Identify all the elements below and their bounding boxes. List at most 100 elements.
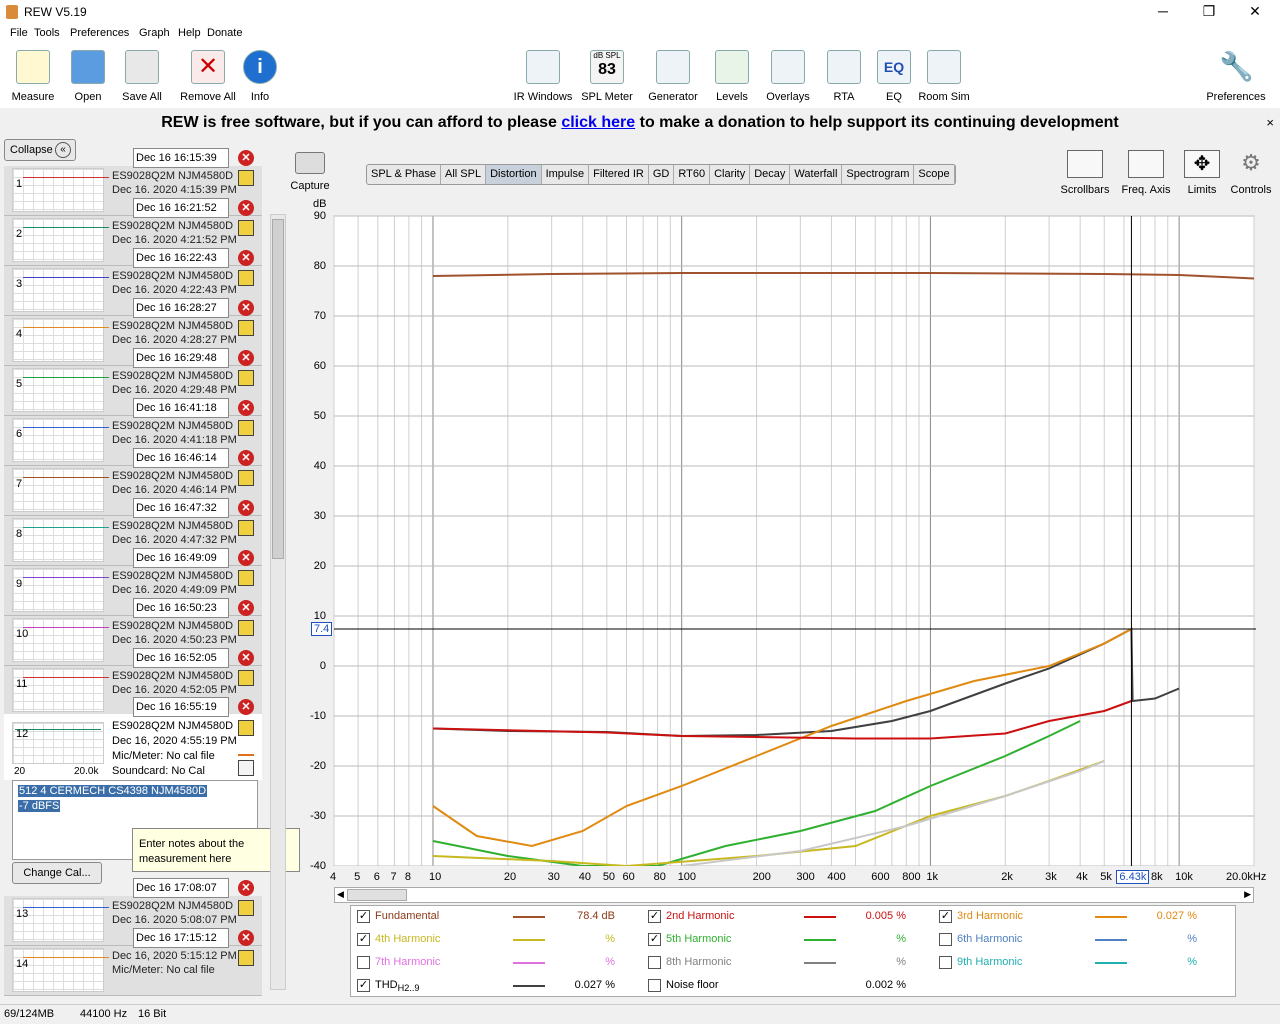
delete-measurement-icon[interactable]: ✕ xyxy=(238,699,254,715)
room-sim-button[interactable]: Room Sim xyxy=(912,50,976,106)
horizontal-scrollbar-thumb[interactable] xyxy=(347,889,407,901)
measurement-edit-icon[interactable] xyxy=(238,900,254,916)
measurement-timestamp-field[interactable]: Dec 16 16:15:39 xyxy=(133,148,229,168)
measurement-edit-icon[interactable] xyxy=(238,370,254,386)
measurement-edit-icon[interactable] xyxy=(238,320,254,336)
measurement-edit-icon[interactable] xyxy=(238,620,254,636)
measurement-list-scrollbar[interactable] xyxy=(270,214,286,990)
legend-checkbox[interactable] xyxy=(939,933,952,946)
measurement-timestamp-field[interactable]: Dec 16 16:49:09 xyxy=(133,548,229,568)
measurement-timestamp-field[interactable]: Dec 16 17:15:12 xyxy=(133,928,229,948)
delete-measurement-icon[interactable]: ✕ xyxy=(238,250,254,266)
tab-filtered-ir[interactable]: Filtered IR xyxy=(589,165,649,184)
donation-close-icon[interactable]: × xyxy=(1266,115,1274,130)
generator-button[interactable]: Generator xyxy=(641,50,705,106)
delete-measurement-icon[interactable]: ✕ xyxy=(238,200,254,216)
scroll-left-icon[interactable]: ◀ xyxy=(337,889,344,900)
measurement-edit-icon[interactable] xyxy=(238,670,254,686)
measurement-timestamp-field[interactable]: Dec 16 16:41:18 xyxy=(133,398,229,418)
save-all-button[interactable]: Save All xyxy=(110,50,174,106)
tab-decay[interactable]: Decay xyxy=(750,165,791,184)
measurement-timestamp-field[interactable]: Dec 16 16:29:48 xyxy=(133,348,229,368)
delete-measurement-icon[interactable]: ✕ xyxy=(238,300,254,316)
menu-donate[interactable]: Donate xyxy=(207,27,242,39)
scrollbars-button[interactable]: Scrollbars xyxy=(1058,150,1112,196)
measurement-edit-icon[interactable] xyxy=(238,470,254,486)
tab-distortion[interactable]: Distortion xyxy=(486,165,542,184)
donation-link[interactable]: click here xyxy=(561,114,635,131)
tab-gd[interactable]: GD xyxy=(649,165,675,184)
horizontal-scrollbar[interactable]: ◀ ▶ xyxy=(334,887,1254,903)
delete-measurement-icon[interactable]: ✕ xyxy=(238,930,254,946)
legend-checkbox[interactable]: ✓ xyxy=(648,910,661,923)
measurement-timestamp-field[interactable]: Dec 16 16:47:32 xyxy=(133,498,229,518)
measurement-item[interactable]: 14 Dec 16, 2020 5:15:12 PM Mic/Meter: No c… xyxy=(4,946,262,996)
maximize-button[interactable]: ❐ xyxy=(1186,0,1232,24)
change-cal-button[interactable]: Change Cal... xyxy=(12,862,102,884)
preferences-button[interactable]: 🔧 Preferences xyxy=(1204,50,1268,106)
measurement-timestamp-field[interactable]: Dec 16 16:28:27 xyxy=(133,298,229,318)
delete-measurement-icon[interactable]: ✕ xyxy=(238,150,254,166)
info-button[interactable]: i Info xyxy=(228,50,292,106)
tab-clarity[interactable]: Clarity xyxy=(710,165,751,184)
freq-axis-button[interactable]: Freq. Axis xyxy=(1119,150,1173,196)
menu-preferences[interactable]: Preferences xyxy=(70,27,129,39)
legend-checkbox[interactable]: ✓ xyxy=(939,910,952,923)
measurement-edit-icon[interactable] xyxy=(238,520,254,536)
tab-waterfall[interactable]: Waterfall xyxy=(790,165,843,184)
delete-measurement-icon[interactable]: ✕ xyxy=(238,550,254,566)
measurement-edit-icon[interactable] xyxy=(238,420,254,436)
capture-button[interactable]: Capture xyxy=(290,152,330,192)
limits-button[interactable]: ✥ Limits xyxy=(1175,150,1229,196)
menu-help[interactable]: Help xyxy=(178,27,201,39)
measurement-timestamp-field[interactable]: Dec 16 17:08:07 xyxy=(133,878,229,898)
measurement-timestamp-field[interactable]: Dec 16 16:21:52 xyxy=(133,198,229,218)
tab-scope[interactable]: Scope xyxy=(914,165,955,184)
delete-measurement-icon[interactable]: ✕ xyxy=(238,650,254,666)
delete-measurement-icon[interactable]: ✕ xyxy=(238,450,254,466)
measurement-timestamp-field[interactable]: Dec 16 16:55:19 xyxy=(133,697,229,717)
spl-meter-button[interactable]: dB SPL 83 SPL Meter xyxy=(575,50,639,106)
tab-rt60[interactable]: RT60 xyxy=(674,165,711,184)
legend-checkbox[interactable]: ✓ xyxy=(648,933,661,946)
measurement-timestamp-field[interactable]: Dec 16 16:46:14 xyxy=(133,448,229,468)
collapse-button[interactable]: Collapse « xyxy=(4,139,76,161)
pen-icon[interactable] xyxy=(238,744,254,756)
menu-tools[interactable]: Tools xyxy=(34,27,60,39)
close-button[interactable]: ✕ xyxy=(1232,0,1278,24)
tab-spl-phase[interactable]: SPL & Phase xyxy=(367,165,442,184)
delete-measurement-icon[interactable]: ✕ xyxy=(238,350,254,366)
tab-spectrogram[interactable]: Spectrogram xyxy=(842,165,915,184)
legend-checkbox[interactable] xyxy=(939,956,952,969)
measurement-edit-icon[interactable] xyxy=(238,170,254,186)
legend-checkbox[interactable]: ✓ xyxy=(357,910,370,923)
delete-measurement-icon[interactable]: ✕ xyxy=(238,400,254,416)
measurement-edit-icon[interactable] xyxy=(238,720,254,736)
scrollbar-thumb[interactable] xyxy=(272,219,284,559)
ir-windows-button[interactable]: IR Windows xyxy=(511,50,575,106)
legend-checkbox[interactable] xyxy=(357,956,370,969)
delete-measurement-icon[interactable]: ✕ xyxy=(238,600,254,616)
measurement-timestamp-field[interactable]: Dec 16 16:50:23 xyxy=(133,598,229,618)
measurement-edit-icon[interactable] xyxy=(238,570,254,586)
measurement-edit-icon[interactable] xyxy=(238,270,254,286)
overlays-button[interactable]: Overlays xyxy=(756,50,820,106)
menu-file[interactable]: File xyxy=(10,27,28,39)
legend-checkbox[interactable]: ✓ xyxy=(357,979,370,992)
legend-checkbox[interactable]: ✓ xyxy=(357,933,370,946)
measurement-timestamp-field[interactable]: Dec 16 16:22:43 xyxy=(133,248,229,268)
measurement-item-expanded[interactable]: 12 20 20.0k ES9028Q2M NJM4580D ( Dec 16,… xyxy=(4,714,262,780)
scroll-right-icon[interactable]: ▶ xyxy=(1244,889,1251,900)
tab-all-spl[interactable]: All SPL xyxy=(441,165,487,184)
measurement-edit-icon[interactable] xyxy=(238,950,254,966)
legend-checkbox[interactable] xyxy=(648,979,661,992)
delete-measurement-icon[interactable]: ✕ xyxy=(238,500,254,516)
measurement-edit-icon[interactable] xyxy=(238,220,254,236)
levels-button[interactable]: Levels xyxy=(700,50,764,106)
menu-graph[interactable]: Graph xyxy=(139,27,170,39)
delete-measurement-icon[interactable]: ✕ xyxy=(238,880,254,896)
minimize-button[interactable]: ─ xyxy=(1140,0,1186,24)
distortion-graph[interactable] xyxy=(330,212,1256,866)
controls-button[interactable]: ⚙ Controls xyxy=(1224,150,1278,196)
tab-impulse[interactable]: Impulse xyxy=(542,165,590,184)
